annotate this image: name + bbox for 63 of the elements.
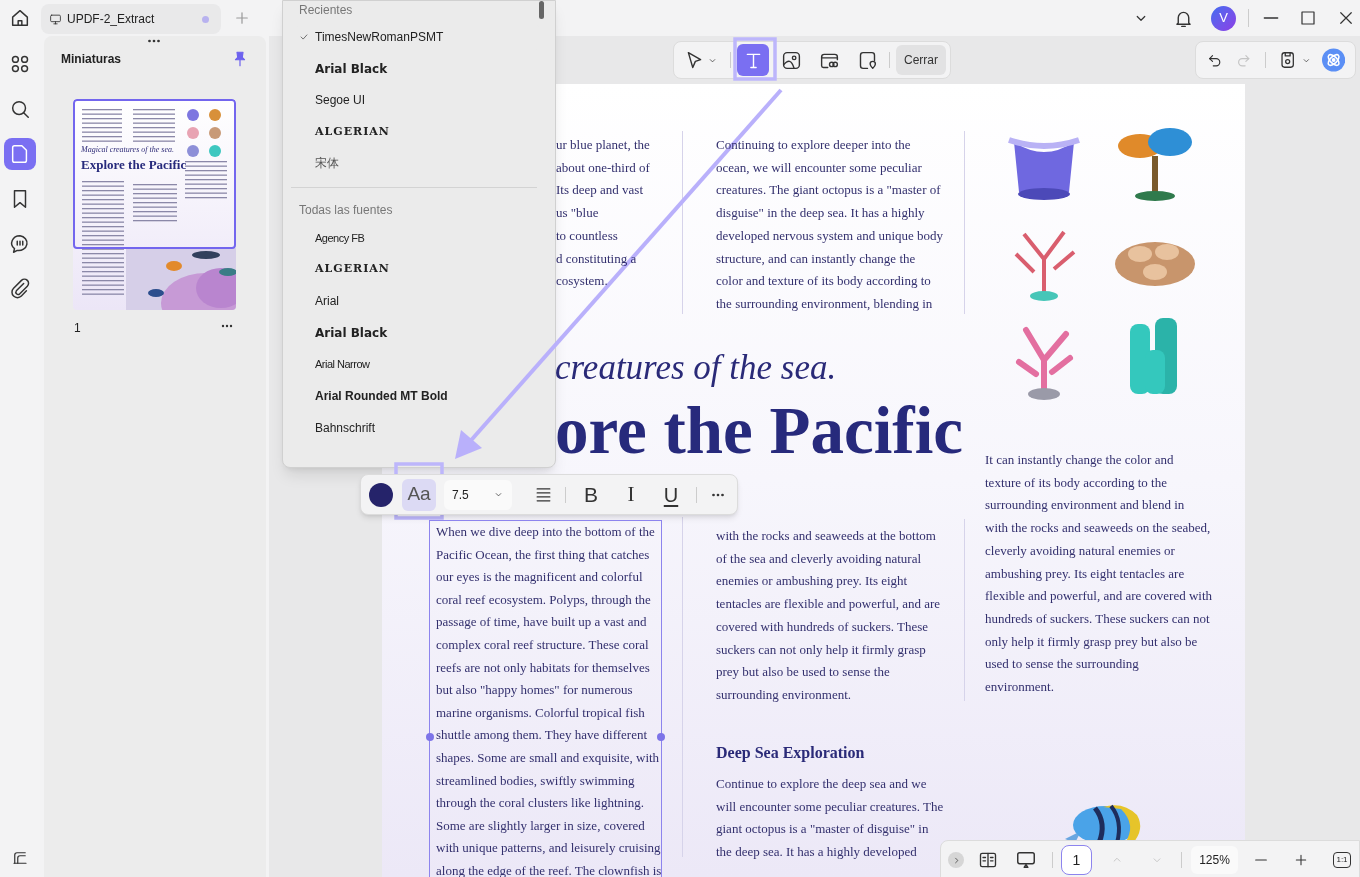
monitor-icon [49,12,62,26]
close-icon[interactable] [1337,9,1355,27]
two-page-icon[interactable] [978,850,998,870]
section-label: Recientes [299,2,353,19]
font-option[interactable]: Arial Rounded MT Bold [297,382,539,410]
page-thumbnail[interactable]: Magical creatures of the sea. Explore the Pacific [73,99,236,310]
font-option[interactable]: Arial Black [297,54,539,83]
paragraph: Continue to explore the deep sea and we will encounter some peculiar creatures. The giant octopus is a "master of disguise" in the deep sea. It has a highly developed [716,775,944,862]
font-option[interactable]: Arial [297,287,539,316]
font-option[interactable]: Arial Narrow [297,350,539,379]
font-option[interactable]: Segoe UI [297,86,539,115]
zoom-level-field[interactable]: 125% [1191,846,1238,874]
underline-button[interactable]: U [656,479,686,510]
title: ore the Pacific [555,392,964,468]
paragraph: with the rocks and seaweeds at the bottom of the sea and cleverly avoiding natural enemies or ambushing prey. Its eight tentacles are flexible and powerful, and are covered with hundreds of suckers. These suckers can not only help it firmly grasp prey but also be used to sense the surrounding environment. [716,527,941,704]
presentation-icon[interactable] [1015,849,1037,871]
search-icon [9,98,31,120]
home-icon[interactable] [9,7,31,29]
tab-title: UPDF-2_Extract [67,11,156,28]
close-button[interactable]: Cerrar [896,45,946,75]
document-tab[interactable]: UPDF-2_Extract [41,4,221,34]
highlight-frame [733,37,777,81]
italic-button[interactable]: I [616,478,646,511]
comment-icon [9,233,31,255]
highlight-frame [394,462,444,520]
color-swatch[interactable] [369,482,393,507]
attachment-icon [9,278,31,300]
page-input[interactable]: 1 [1061,845,1092,875]
image-icon [780,49,802,71]
actual-size-button[interactable]: 1:1 [1333,852,1351,868]
paragraph: Continuing to explore deeper into the ocean, we will encounter some peculiar creatures. The giant octopus is a "master of disguise" in the deep sea. It has a highly developed nervous system and unique body structure, and can instantly change the color and texture of its body according to the surrounding environment, blending in [716,136,944,313]
resize-handle[interactable] [657,733,665,741]
thumbnails-icon [9,53,31,75]
bold-button[interactable]: B [576,478,606,511]
font-option[interactable]: ALGERIAN [297,255,539,284]
font-option[interactable]: Arial Black [297,318,539,347]
scrollbar-thumb[interactable] [539,1,544,19]
section-heading: Deep Sea Exploration [716,743,865,764]
user-avatar[interactable]: V [1211,5,1236,31]
panel-title: Miniaturas [61,51,121,68]
align-icon[interactable] [534,485,553,504]
thumbnail-subtitle: Magical creatures of the sea. [81,144,174,156]
maximize-icon[interactable] [1299,9,1317,27]
font-option[interactable]: Agency FB [297,224,539,252]
thumbnail-title: Explore the Pacific [81,156,187,174]
paragraph: When we dive deep into the bottom of the Pacific Ocean, the first thing that catches our eyes is the magnificent and colorful coral reef ecosystem. Polyps, through the passage of time, have built up a vast and complex coral reef structure. These coral reefs are not only habitats for themselves but also "happy homes" for numerous marine organisms. Colorful tropical fish shuttle among them. They have different shapes. Some are small and exquisite, with streamlined bodies, swiftly swimming through the coral clusters like lightning. Some are slightly larger in size, covered with unique patterns, and leisurely cruising along the edge of the reef. The clownfish is [436,523,661,877]
paragraph: It can instantly change the color and texture of its body according to the surrounding environment and blend in with the rocks and seaweeds on the seabed, cleverly avoiding natural enemies or ambushing prey. Its eight tentacles are flexible and powerful, and are covered with hundreds of suckers. These suckers can not only help it firmly grasp prey but also be used to sense the surrounding environment. [985,451,1213,697]
page-number: 1 [74,320,81,337]
font-button[interactable]: Aa [402,478,436,511]
font-size-dropdown[interactable]: 7.5 [444,479,512,510]
resize-handle[interactable] [426,733,434,741]
paragraph: ur blue planet, the about one-third of Its deep and vast us "blue to countless d constituting a cosystem. [556,136,650,291]
font-option[interactable]: ALGERIAN [297,117,539,146]
font-option[interactable]: 宋体 [297,149,539,178]
zoom-in-icon[interactable] [1293,852,1309,868]
sidebar-page-button[interactable] [4,138,36,170]
font-option[interactable]: Bahnschrift [297,413,539,442]
section-label: Todas las fuentes [299,202,393,219]
ai-assistant-icon[interactable] [1321,48,1345,72]
text-tool-button[interactable] [737,44,769,76]
layers-icon[interactable] [11,849,29,867]
check-icon [299,32,309,42]
subtitle: creatures of the sea. [555,347,837,389]
